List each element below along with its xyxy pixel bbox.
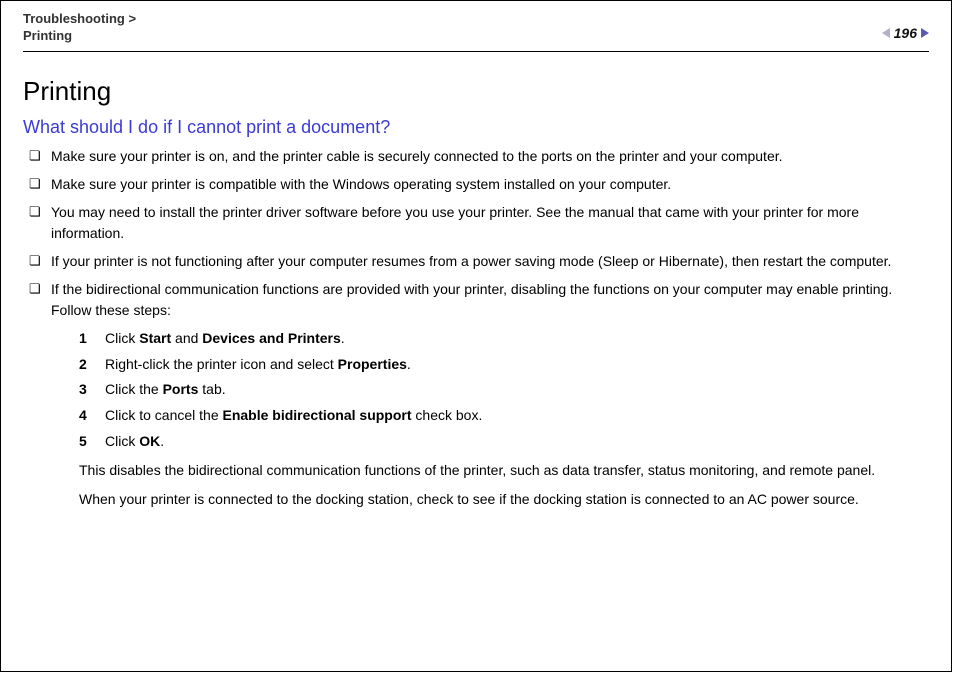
content-area: Printing What should I do if I cannot pr… [1,52,951,509]
list-item-text: If the bidirectional communication funct… [51,281,892,317]
step: 2 Right-click the printer icon and select… [79,354,929,376]
list-item: If your printer is not functioning after… [23,251,929,271]
page-nav: 196 [882,11,929,41]
step-body: Right-click the printer icon and select … [105,356,411,372]
section-title: Printing [23,76,929,107]
step: 3 Click the Ports tab. [79,379,929,401]
step-num: 4 [79,405,87,427]
page-next-icon[interactable] [921,28,929,38]
step-num: 2 [79,354,87,376]
breadcrumb-sub: Printing [23,28,136,45]
step-body: Click to cancel the Enable bidirectional… [105,407,482,423]
breadcrumb-sep: > [128,11,136,26]
after-steps-para: This disables the bidirectional communic… [79,460,929,480]
after-steps-para: When your printer is connected to the do… [79,489,929,509]
step: 5 Click OK. [79,431,929,453]
page-prev-icon[interactable] [882,28,890,38]
steps-list: 1 Click Start and Devices and Printers. 2… [79,328,929,452]
breadcrumb-top: Troubleshooting [23,11,125,26]
step-body: Click OK. [105,433,164,449]
list-item: Make sure your printer is compatible wit… [23,174,929,194]
step-num: 5 [79,431,87,453]
bullet-list: Make sure your printer is on, and the pr… [23,146,929,509]
page-number: 196 [894,25,917,41]
step-num: 1 [79,328,87,350]
list-item: Make sure your printer is on, and the pr… [23,146,929,166]
step: 4 Click to cancel the Enable bidirectiona… [79,405,929,427]
breadcrumb: Troubleshooting > Printing [23,11,136,45]
page-header: Troubleshooting > Printing 196 [1,1,951,51]
step-num: 3 [79,379,87,401]
step-body: Click Start and Devices and Printers. [105,330,345,346]
list-item: You may need to install the printer driv… [23,202,929,243]
question-heading: What should I do if I cannot print a doc… [23,117,929,138]
list-item: If the bidirectional communication funct… [23,279,929,509]
step-body: Click the Ports tab. [105,381,226,397]
page-frame: Troubleshooting > Printing 196 Printing … [0,0,952,672]
step: 1 Click Start and Devices and Printers. [79,328,929,350]
